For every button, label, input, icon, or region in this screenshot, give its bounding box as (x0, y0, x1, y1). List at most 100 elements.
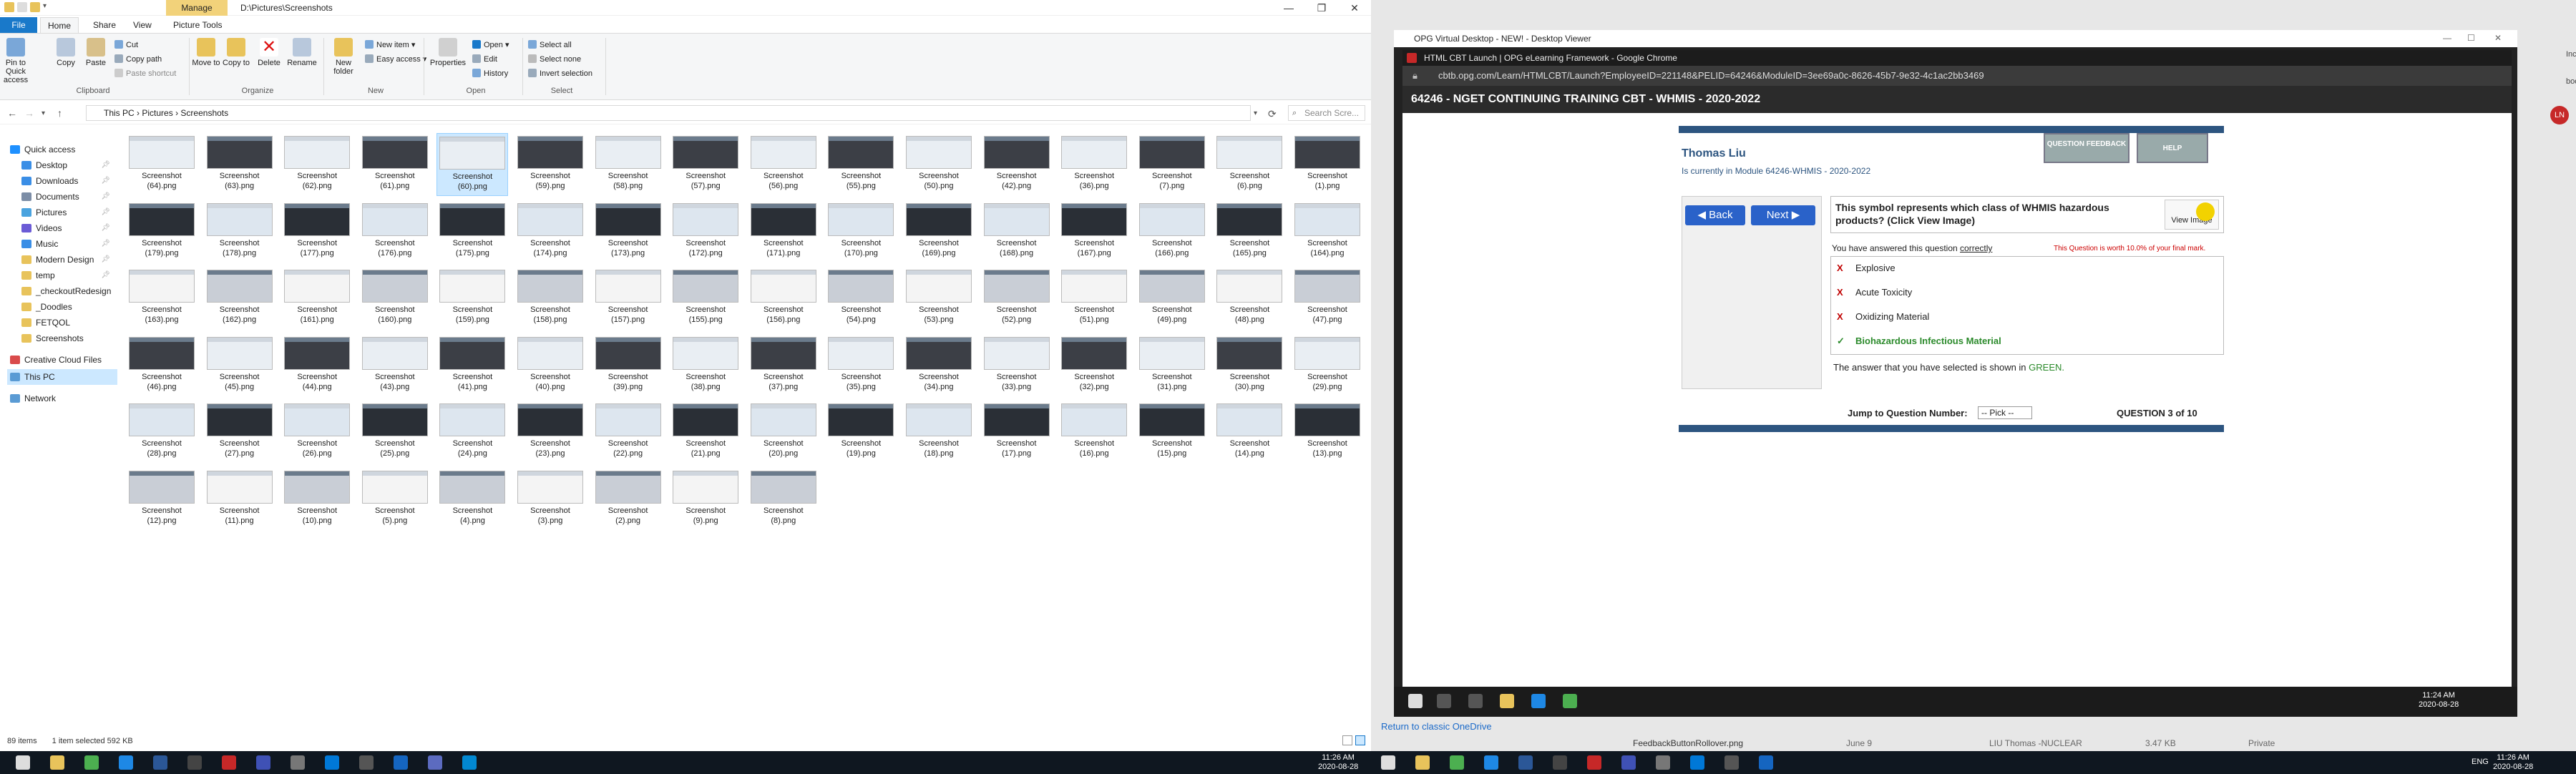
nav-item[interactable]: Music 📌︎ (21, 236, 114, 252)
file-tile[interactable]: Screenshot (30).png (1214, 334, 1285, 397)
properties-icon[interactable] (17, 2, 27, 12)
file-tile[interactable]: Screenshot (31).png (1136, 334, 1208, 397)
taskbar-app-icon[interactable] (1759, 755, 1773, 770)
copy-button[interactable]: Copy (52, 38, 80, 67)
recent-locations-icon[interactable]: ▾ (42, 109, 45, 117)
file-tile[interactable]: Screenshot (172).png (670, 200, 741, 263)
close-icon[interactable]: ✕ (2494, 33, 2502, 43)
file-tile[interactable]: Screenshot (7).png (1136, 133, 1208, 196)
taskbar-app-icon[interactable] (1587, 755, 1601, 770)
answer-option[interactable]: ✓ Biohazardous Infectious Material (1837, 335, 2001, 347)
file-tile[interactable]: Screenshot (175).png (436, 200, 508, 263)
file-tile[interactable]: Screenshot (62).png (281, 133, 353, 196)
file-tile[interactable]: Screenshot (22).png (592, 401, 664, 464)
nav-item[interactable]: Downloads 📌︎ (21, 173, 114, 189)
nav-item[interactable]: This PC (7, 369, 117, 385)
file-tile[interactable]: Screenshot (178).png (204, 200, 275, 263)
taskbar-app-icon[interactable] (1621, 755, 1636, 770)
file-tile[interactable]: Screenshot (177).png (281, 200, 353, 263)
nav-item[interactable]: Creative Cloud Files (10, 352, 114, 368)
file-tile[interactable]: Screenshot (17).png (981, 401, 1053, 464)
file-tile[interactable]: Screenshot (26).png (281, 401, 353, 464)
start-icon[interactable] (1408, 694, 1423, 708)
taskbar-app-icon[interactable] (325, 755, 339, 770)
file-tile[interactable]: Screenshot (50).png (903, 133, 975, 196)
close-icon[interactable]: ✕ (1338, 0, 1371, 16)
answer-option[interactable]: X Explosive (1837, 263, 1896, 273)
nav-item[interactable]: Network (10, 391, 114, 406)
file-tile[interactable]: Screenshot (52).png (981, 267, 1053, 330)
file-tile[interactable]: Screenshot (54).png (825, 267, 897, 330)
file-tile[interactable]: Screenshot (58).png (592, 133, 664, 196)
help-button[interactable]: HELP (2137, 133, 2208, 163)
breadcrumb-this-pc[interactable]: This PC (104, 108, 135, 118)
question-number-select[interactable]: -- Pick -- (1978, 406, 2032, 419)
file-tile[interactable]: Screenshot (168).png (981, 200, 1053, 263)
file-tile[interactable]: Screenshot (33).png (981, 334, 1053, 397)
chrome-icon[interactable] (1563, 694, 1577, 708)
file-tile[interactable]: Screenshot (37).png (748, 334, 819, 397)
customize-quick-access-icon[interactable]: ▾ (43, 2, 53, 12)
up-arrow-icon[interactable]: ↑ (57, 107, 62, 119)
file-tile[interactable]: Screenshot (165).png (1214, 200, 1285, 263)
breadcrumb-screenshots[interactable]: Screenshots (180, 108, 228, 118)
rename-button[interactable]: Rename (286, 38, 318, 67)
file-tile[interactable]: Screenshot (5).png (359, 468, 431, 531)
file-tile[interactable]: Screenshot (64).png (126, 133, 197, 196)
cut-button[interactable]: Cut (114, 39, 138, 51)
file-tile[interactable]: Screenshot (44).png (281, 334, 353, 397)
file-tile[interactable]: Screenshot (12).png (126, 468, 197, 531)
file-tile[interactable]: Screenshot (15).png (1136, 401, 1208, 464)
file-tile[interactable]: Screenshot (14).png (1214, 401, 1285, 464)
taskbar-app-icon[interactable] (462, 755, 477, 770)
file-tile[interactable]: Screenshot (1).png (1292, 133, 1363, 196)
taskbar-app-icon[interactable] (1518, 755, 1533, 770)
delete-button[interactable]: ✕ Delete (255, 38, 283, 68)
open-button[interactable]: Open ▾ (472, 39, 509, 51)
file-tile[interactable]: Screenshot (156).png (748, 267, 819, 330)
taskbar-app-icon[interactable] (84, 755, 99, 770)
file-tile[interactable]: Screenshot (36).png (1058, 133, 1130, 196)
forward-arrow-icon[interactable]: → (24, 107, 34, 119)
file-tile[interactable]: Screenshot (167).png (1058, 200, 1130, 263)
file-tile[interactable]: Screenshot (159).png (436, 267, 508, 330)
search-icon[interactable] (1437, 694, 1451, 708)
file-tile[interactable]: Screenshot (47).png (1292, 267, 1363, 330)
new-folder-button[interactable]: New folder (328, 38, 359, 76)
file-tile[interactable]: Screenshot (42).png (981, 133, 1053, 196)
history-button[interactable]: History (472, 68, 508, 79)
task-view-icon[interactable] (1468, 694, 1483, 708)
tab-file[interactable]: File (0, 17, 37, 33)
file-tile[interactable]: Screenshot (171).png (748, 200, 819, 263)
select-none-button[interactable]: Select none (528, 54, 581, 65)
easy-access-button[interactable]: Easy access ▾ (365, 54, 426, 65)
nav-item[interactable]: Modern Design 📌︎ (21, 252, 114, 268)
search-input[interactable]: Search Scre... (1288, 105, 1365, 121)
taskbar-app-icon[interactable] (222, 755, 236, 770)
edit-button[interactable]: Edit (472, 54, 497, 65)
taskbar-app-icon[interactable] (187, 755, 202, 770)
taskbar-app-icon[interactable] (359, 755, 374, 770)
file-tile[interactable]: Screenshot (161).png (281, 267, 353, 330)
file-tile[interactable]: Screenshot (25).png (359, 401, 431, 464)
file-tile[interactable]: Screenshot (173).png (592, 200, 664, 263)
back-arrow-icon[interactable]: ← (7, 107, 17, 119)
nav-item[interactable]: Quick access (10, 142, 114, 157)
file-tile[interactable]: Screenshot (6).png (1214, 133, 1285, 196)
taskbar-app-icon[interactable] (428, 755, 442, 770)
file-tile[interactable]: Screenshot (53).png (903, 267, 975, 330)
taskbar-app-icon[interactable] (1656, 755, 1670, 770)
properties-button[interactable]: Properties (429, 38, 467, 67)
manage-context-tab[interactable]: Manage (166, 0, 228, 16)
maximize-icon[interactable]: ❐ (1305, 0, 1338, 16)
file-tile[interactable]: Screenshot (20).png (748, 401, 819, 464)
tab-home[interactable]: Home (40, 17, 79, 33)
tab-picture-tools[interactable]: Picture Tools (166, 17, 229, 33)
file-tile[interactable]: Screenshot (155).png (670, 267, 741, 330)
file-tile[interactable]: Screenshot (24).png (436, 401, 508, 464)
tab-view[interactable]: View (126, 17, 159, 33)
taskbar-app-icon[interactable] (1724, 755, 1739, 770)
file-tile[interactable]: Screenshot (160).png (359, 267, 431, 330)
new-folder-icon[interactable] (30, 2, 40, 12)
file-tile[interactable]: Screenshot (32).png (1058, 334, 1130, 397)
